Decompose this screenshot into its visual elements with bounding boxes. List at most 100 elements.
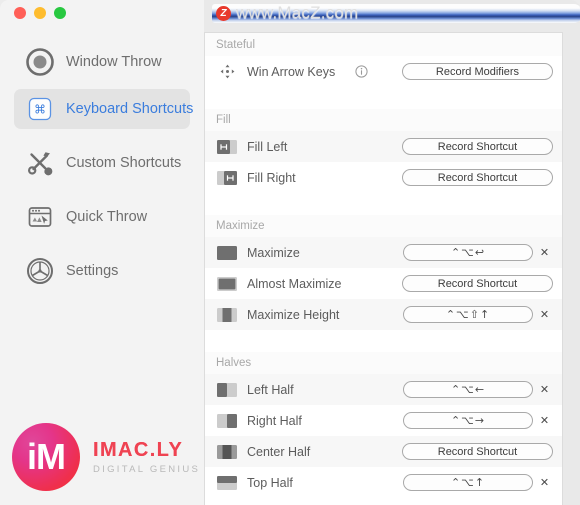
watermark-brand-block: IMAC.LY DIGITAL GENIUS [93,439,200,475]
table-row[interactable]: Center Half Record Shortcut [205,436,562,467]
imacly-logo-icon: iM [12,423,80,491]
sidebar-item-label: Keyboard Shortcuts [66,101,194,117]
main-area: Stateful Win Arrow Keys Record Modifiers… [204,0,580,505]
table-row[interactable]: Fill Left Record Shortcut [205,131,562,162]
row-label: Center Half [247,444,311,459]
clear-shortcut-button[interactable]: ✕ [536,244,553,261]
sidebar-item-label: Settings [66,263,119,279]
sidebar-item-quick-throw[interactable]: Quick Throw [14,197,190,237]
window-controls [14,7,66,19]
record-modifiers-button[interactable]: Record Modifiers [402,63,553,80]
top-half-icon [216,475,238,491]
sidebar-item-custom-shortcuts[interactable]: Custom Shortcuts [14,143,190,183]
maximize-height-icon [216,307,238,323]
row-label: Left Half [247,382,294,397]
shortcut-display[interactable]: ⌃⌥← [403,381,533,398]
watermark-bottom: iM IMAC.LY DIGITAL GENIUS [12,423,200,491]
row-label: Top Half [247,475,293,490]
watermark-top: Z www.MacZ.com [204,0,580,28]
zoom-button[interactable] [54,7,66,19]
center-half-icon [216,444,238,460]
row-control: ⌃⌥↑ ✕ [403,474,553,491]
right-half-icon [216,413,238,429]
table-row[interactable]: Right Half ⌃⌥→ ✕ [205,405,562,436]
gear-compass-icon [24,255,56,287]
wrench-screwdriver-icon [24,147,56,179]
record-shortcut-button[interactable]: Record Shortcut [402,443,553,460]
shortcut-keys: ⌃⌥→ [450,414,486,427]
row-label: Right Half [247,413,302,428]
command-key-icon: ⌘ [24,93,56,125]
shortcuts-panel: Stateful Win Arrow Keys Record Modifiers… [204,32,563,505]
shortcut-keys: ⌃⌥← [450,383,486,396]
record-shortcut-button[interactable]: Record Shortcut [402,138,553,155]
target-circle-icon [24,46,56,78]
fill-left-icon [216,139,238,155]
section-header-fill: Fill [205,109,562,131]
table-row[interactable]: Maximize Height ⌃⌥⇧↑ ✕ [205,299,562,330]
section-header-stateful: Stateful [205,33,562,56]
row-control: Record Shortcut [402,138,553,155]
window-cursor-icon [24,201,56,233]
row-label: Win Arrow Keys [247,64,336,79]
row-label: Maximize Height [247,307,340,322]
record-shortcut-button[interactable]: Record Shortcut [402,169,553,186]
app-window: Window Throw ⌘ Keyboard Shortcuts Custom… [0,0,580,505]
clear-shortcut-button[interactable]: ✕ [536,474,553,491]
section-header-halves: Halves [205,352,562,374]
row-control: Record Modifiers [402,63,553,80]
section-spacer [205,193,562,215]
table-row[interactable]: Maximize ⌃⌥↩ ✕ [205,237,562,268]
sidebar-item-window-throw[interactable]: Window Throw [14,42,190,82]
table-row[interactable]: Left Half ⌃⌥← ✕ [205,374,562,405]
minimize-button[interactable] [34,7,46,19]
row-control: ⌃⌥↩ ✕ [403,244,553,261]
clear-shortcut-button[interactable]: ✕ [536,306,553,323]
almost-maximize-icon [216,276,238,292]
row-label: Fill Right [247,170,296,185]
clear-shortcut-button[interactable]: ✕ [536,381,553,398]
shortcut-keys: ⌃⌥↑ [450,476,486,489]
row-control: Record Shortcut [402,169,553,186]
table-row[interactable]: Win Arrow Keys Record Modifiers [205,56,562,87]
shortcut-keys: ⌃⌥↩ [450,246,486,259]
section-spacer [205,87,562,109]
info-icon[interactable] [355,65,368,78]
sidebar-item-keyboard-shortcuts[interactable]: ⌘ Keyboard Shortcuts [14,89,194,129]
app-root: Window Throw ⌘ Keyboard Shortcuts Custom… [0,0,580,505]
row-control: Record Shortcut [402,443,553,460]
table-row[interactable]: Almost Maximize Record Shortcut [205,268,562,299]
row-control: ⌃⌥⇧↑ ✕ [403,306,553,323]
shortcut-display[interactable]: ⌃⌥↩ [403,244,533,261]
svg-text:⌘: ⌘ [34,103,46,117]
shortcut-keys: ⌃⌥⇧↑ [445,308,491,321]
fill-right-icon [216,170,238,186]
sidebar-item-settings[interactable]: Settings [14,251,190,291]
clear-shortcut-button[interactable]: ✕ [536,412,553,429]
row-control: Record Shortcut [402,275,553,292]
move-arrows-icon [216,64,238,80]
left-half-icon [216,382,238,398]
table-row[interactable]: Top Half ⌃⌥↑ ✕ [205,467,562,498]
watermark-url: www.MacZ.com [236,3,359,22]
watermark-brand: IMAC.LY [93,439,200,462]
maximize-icon [216,245,238,261]
section-header-maximize: Maximize [205,215,562,237]
row-control: ⌃⌥→ ✕ [403,412,553,429]
section-spacer [205,330,562,352]
row-label: Maximize [247,245,300,260]
table-row[interactable]: Fill Right Record Shortcut [205,162,562,193]
row-control: ⌃⌥← ✕ [403,381,553,398]
macz-logo-icon: Z [216,6,231,21]
watermark-tagline: DIGITAL GENIUS [93,464,201,475]
sidebar-item-label: Window Throw [66,54,162,70]
shortcut-display[interactable]: ⌃⌥→ [403,412,533,429]
record-shortcut-button[interactable]: Record Shortcut [402,275,553,292]
shortcut-display[interactable]: ⌃⌥↑ [403,474,533,491]
close-button[interactable] [14,7,26,19]
sidebar-item-label: Quick Throw [66,209,148,225]
sidebar-item-label: Custom Shortcuts [66,155,182,171]
shortcut-display[interactable]: ⌃⌥⇧↑ [403,306,533,323]
row-label: Almost Maximize [247,276,342,291]
row-label: Fill Left [247,139,288,154]
